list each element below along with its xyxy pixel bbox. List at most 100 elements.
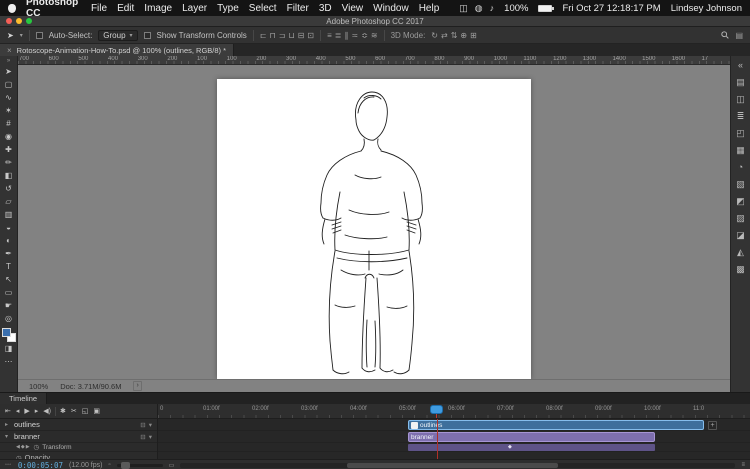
stopwatch-icon[interactable]: ◷ [16, 454, 22, 460]
dodge-tool[interactable]: ◐ [0, 234, 17, 247]
path-selection-tool[interactable]: ↖ [0, 273, 17, 286]
dock-panel-icon-4[interactable]: ◰ [736, 125, 745, 142]
timeline-layer-branner[interactable]: ▾ branner ⊟ ▾ [0, 431, 157, 443]
align-middle-icon[interactable]: ⊟ [298, 31, 305, 40]
dock-panel-icon-7[interactable]: ▧ [736, 176, 745, 193]
display-status-icon[interactable]: ◫ [459, 3, 468, 14]
marquee-tool[interactable]: ▢ [0, 78, 17, 91]
timeline-scrollbar[interactable] [180, 462, 736, 468]
menu-filter[interactable]: Filter [287, 3, 309, 14]
distribute-top-icon[interactable]: ≡ [327, 31, 332, 40]
expander-icon[interactable]: ▸ [5, 421, 11, 428]
clone-stamp-tool[interactable]: ◧ [0, 169, 17, 182]
track-menu-icon[interactable]: ▾ [149, 433, 152, 441]
history-brush-tool[interactable]: ↺ [0, 182, 17, 195]
3d-rotate-icon[interactable]: ↻ [431, 31, 438, 40]
timeline-track-area[interactable]: outlines + branner ◆ [158, 419, 750, 459]
dock-panel-icon-10[interactable]: ◪ [736, 227, 745, 244]
dock-panel-icon-1[interactable]: ▤ [736, 74, 745, 91]
mute-audio-button[interactable]: ◀) [43, 407, 51, 415]
clip-outlines[interactable]: outlines [408, 420, 704, 430]
screen-mode-icon[interactable]: ⋯ [0, 355, 17, 368]
dock-panel-icon-5[interactable]: ▦ [736, 142, 745, 159]
quick-selection-tool[interactable]: ✶ [0, 104, 17, 117]
distribute-right-icon[interactable]: ≋ [371, 31, 378, 40]
quick-mask-icon[interactable]: ◨ [0, 342, 17, 355]
add-media-button[interactable]: + [708, 421, 717, 430]
3d-scale-icon[interactable]: ⊞ [470, 31, 477, 40]
menu-3d[interactable]: 3D [319, 3, 332, 14]
zoom-slider-thumb[interactable] [120, 461, 130, 469]
track-menu-icon[interactable]: ▾ [149, 421, 152, 429]
distribute-left-icon[interactable]: ≍ [352, 31, 359, 40]
eyedropper-tool[interactable]: ◉ [0, 130, 17, 143]
document-canvas[interactable] [217, 79, 531, 379]
healing-brush-tool[interactable]: ✚ [0, 143, 17, 156]
timeline-time-ruler[interactable]: 0 01:00f 02:00f 03:00f 04:00f 05:00f 06:00f 07:… [158, 404, 750, 418]
menu-view[interactable]: View [342, 3, 364, 14]
workspace-icon[interactable]: ▤ [735, 31, 743, 40]
go-to-first-frame-button[interactable]: ⇤ [5, 407, 11, 415]
camera-button[interactable]: ▣ [93, 407, 100, 415]
stopwatch-icon[interactable]: ◷ [34, 443, 40, 451]
menu-bar-clock[interactable]: Fri Oct 27 12:18:17 PM [562, 3, 660, 14]
blur-tool[interactable]: ◒ [0, 221, 17, 234]
eraser-tool[interactable]: ▱ [0, 195, 17, 208]
show-transform-checkbox[interactable] [143, 31, 151, 39]
playhead[interactable] [430, 405, 443, 418]
move-tool[interactable]: ➤ [0, 65, 17, 78]
type-tool[interactable]: T [0, 260, 17, 273]
horizontal-ruler[interactable]: 700 600 500 400 300 200 100 100 200 300 400 500 600 7… [18, 56, 730, 65]
align-bottom-icon[interactable]: ⊡ [307, 31, 314, 40]
3d-roll-icon[interactable]: ⇄ [441, 31, 448, 40]
align-top-icon[interactable]: ⊔ [288, 31, 294, 40]
zoom-out-icon[interactable]: ▫ [108, 462, 110, 468]
zoom-level-field[interactable]: 100% [29, 382, 48, 391]
hand-tool[interactable]: ☛ [0, 299, 17, 312]
brush-tool[interactable]: ✏ [0, 156, 17, 169]
distribute-center-icon[interactable]: ≎ [361, 31, 368, 40]
sync-status-icon[interactable]: ◍ [475, 3, 483, 14]
menu-edit[interactable]: Edit [117, 3, 134, 14]
timeline-layer-outlines[interactable]: ▸ outlines ⊟ ▾ [0, 419, 157, 431]
lasso-tool[interactable]: ∿ [0, 91, 17, 104]
align-center-horizontal-icon[interactable]: ⊓ [270, 31, 276, 40]
3d-drag-icon[interactable]: ⇅ [451, 31, 458, 40]
keyframe-nav-icons[interactable]: ◀◆▶ [16, 444, 31, 450]
menu-bar-user[interactable]: Lindsey Johnson [671, 3, 742, 14]
3d-slide-icon[interactable]: ⊕ [460, 31, 467, 40]
auto-select-checkbox[interactable] [35, 31, 43, 39]
previous-frame-button[interactable]: ◂ [16, 407, 20, 415]
menu-image[interactable]: Image [144, 3, 172, 14]
menu-help[interactable]: Help [419, 3, 440, 14]
dock-panel-icon-9[interactable]: ▨ [736, 210, 745, 227]
align-left-icon[interactable]: ⊏ [260, 31, 267, 40]
crop-tool[interactable]: # [0, 117, 17, 130]
menu-window[interactable]: Window [373, 3, 409, 14]
timeline-zoom-slider[interactable] [116, 461, 163, 469]
track-style-icon[interactable]: ⊟ [140, 433, 145, 441]
collapse-tools-icon[interactable]: » [7, 57, 10, 65]
menu-select[interactable]: Select [249, 3, 277, 14]
timeline-property-transform[interactable]: ◀◆▶ ◷ Transform [0, 443, 157, 452]
timeline-tab[interactable]: Timeline [0, 393, 48, 404]
dock-panel-icon-12[interactable]: ▩ [736, 261, 745, 278]
zoom-in-icon[interactable]: ▭ [169, 462, 175, 469]
transition-button[interactable]: ◱ [82, 407, 89, 415]
search-icon[interactable] [721, 31, 730, 39]
timeline-property-opacity[interactable]: ◷ Opacity [0, 452, 157, 459]
split-at-playhead-button[interactable]: ✂ [71, 407, 77, 415]
dock-panel-icon-3[interactable]: ≣ [737, 108, 745, 125]
close-tab-icon[interactable]: × [7, 46, 12, 55]
timeline-settings-button[interactable]: ✱ [60, 407, 66, 415]
menu-layer[interactable]: Layer [182, 3, 207, 14]
panel-options-icon[interactable]: ≡ [741, 462, 745, 468]
dock-panel-icon-11[interactable]: ◭ [737, 244, 744, 261]
apple-menu-icon[interactable] [8, 3, 16, 13]
keyframe-band[interactable]: ◆ [408, 444, 655, 451]
collapse-dock-icon[interactable]: « [738, 57, 743, 74]
volume-status-icon[interactable]: ♪ [490, 3, 495, 14]
status-chevron-icon[interactable]: › [133, 381, 142, 391]
foreground-color-swatch[interactable] [1, 328, 11, 337]
pen-tool[interactable]: ✒ [0, 247, 17, 260]
